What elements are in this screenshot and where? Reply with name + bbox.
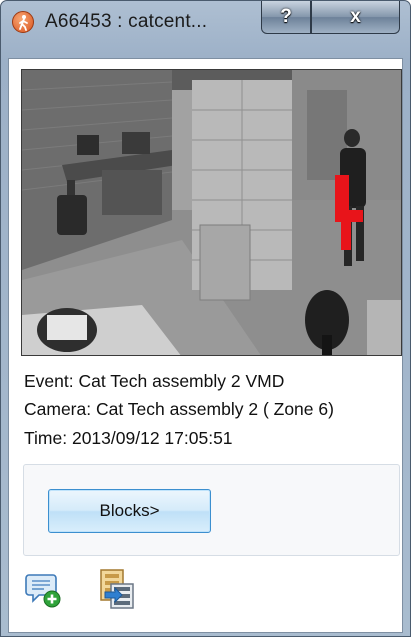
close-button[interactable]: x (311, 1, 400, 34)
help-button[interactable]: ? (261, 1, 311, 34)
blocks-button[interactable]: Blocks> (48, 489, 211, 533)
title-bar[interactable]: A66453 : catcent... ? x (1, 1, 410, 45)
camera-snapshot[interactable] (21, 69, 402, 356)
close-label: x (350, 6, 361, 27)
time-text: Time: 2013/09/12 17:05:51 (24, 428, 233, 448)
window-title: A66453 : catcent... (45, 11, 208, 32)
blocks-panel: Blocks> (23, 464, 400, 556)
help-label: ? (280, 6, 292, 27)
person-walking-icon (12, 11, 34, 33)
alarm-window: A66453 : catcent... ? x Event: Cat Tech … (0, 0, 411, 637)
window-content: Event: Cat Tech assembly 2 VMD Camera: C… (8, 58, 403, 633)
event-text: Event: Cat Tech assembly 2 VMD (24, 371, 285, 391)
blocks-list-icon[interactable] (99, 568, 135, 610)
camera-text: Camera: Cat Tech assembly 2 ( Zone 6) (24, 399, 334, 419)
add-comment-icon[interactable] (25, 572, 61, 608)
